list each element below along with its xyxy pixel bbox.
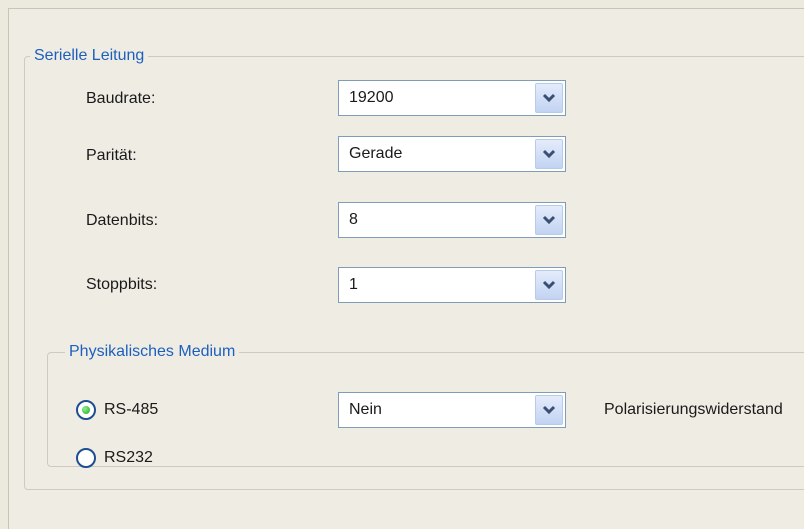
physical-medium-legend: Physikalisches Medium bbox=[65, 343, 240, 361]
rs485-radio[interactable] bbox=[76, 400, 96, 420]
stopbits-value: 1 bbox=[349, 276, 358, 293]
rs232-radio[interactable] bbox=[76, 448, 96, 468]
serial-line-legend: Serielle Leitung bbox=[30, 47, 149, 65]
parity-select[interactable]: Gerade bbox=[338, 136, 566, 172]
polarization-value: Nein bbox=[349, 401, 382, 418]
stopbits-label: Stoppbits: bbox=[86, 276, 158, 293]
parity-label: Parität: bbox=[86, 147, 137, 164]
rs485-label[interactable]: RS-485 bbox=[104, 401, 158, 419]
databits-select[interactable]: 8 bbox=[338, 202, 566, 238]
databits-label: Datenbits: bbox=[86, 212, 159, 229]
chevron-down-icon[interactable] bbox=[535, 270, 563, 300]
databits-value: 8 bbox=[349, 211, 358, 228]
chevron-down-icon[interactable] bbox=[535, 205, 563, 235]
baudrate-label: Baudrate: bbox=[86, 90, 156, 107]
polarization-label: Polarisierungswiderstand bbox=[604, 401, 783, 418]
polarization-select[interactable]: Nein bbox=[338, 392, 566, 428]
radio-selected-icon bbox=[82, 406, 90, 414]
chevron-down-icon[interactable] bbox=[535, 139, 563, 169]
rs232-label[interactable]: RS232 bbox=[104, 449, 153, 467]
chevron-down-icon[interactable] bbox=[535, 395, 563, 425]
baudrate-value: 19200 bbox=[349, 89, 394, 106]
baudrate-select[interactable]: 19200 bbox=[338, 80, 566, 116]
stopbits-select[interactable]: 1 bbox=[338, 267, 566, 303]
chevron-down-icon[interactable] bbox=[535, 83, 563, 113]
parity-value: Gerade bbox=[349, 145, 403, 162]
